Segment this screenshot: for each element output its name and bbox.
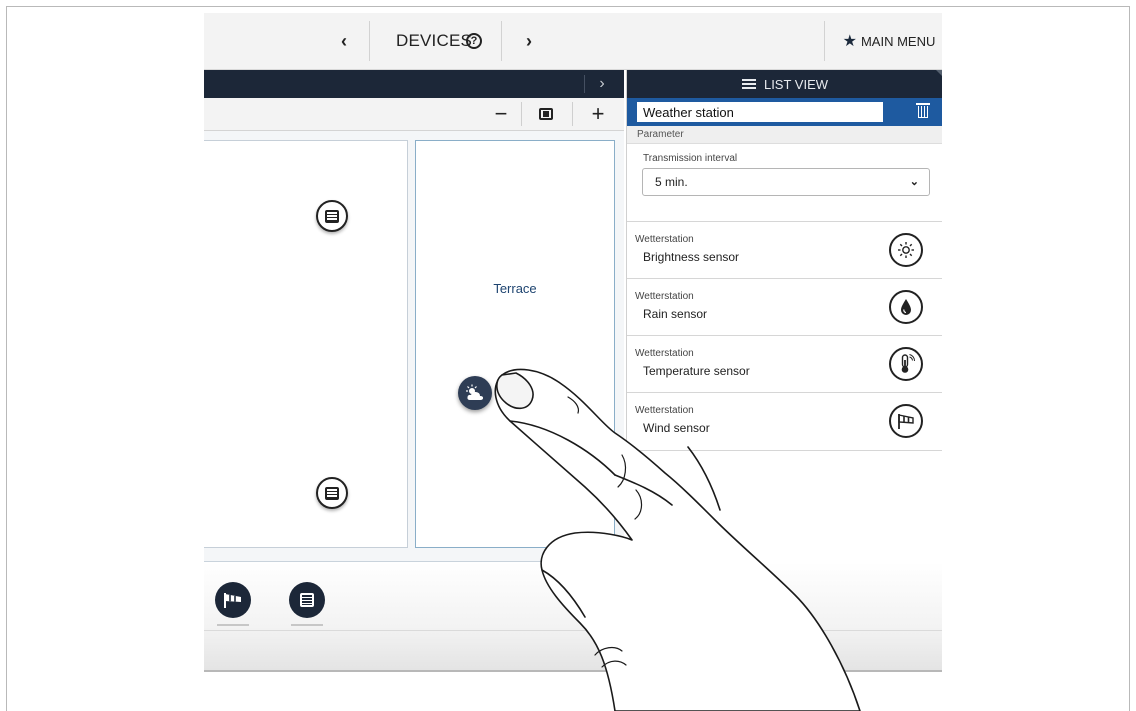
- divider: [521, 102, 522, 126]
- star-icon: ★: [842, 33, 857, 50]
- sensor-group-label: Wetterstation: [635, 291, 694, 302]
- blind-icon: [300, 593, 314, 607]
- sensor-item-rain[interactable]: Wetterstation Rain sensor: [627, 278, 942, 335]
- raindrop-icon: [889, 290, 923, 324]
- windsock-icon: [889, 404, 923, 438]
- divider: [572, 102, 573, 126]
- zoom-in-button[interactable]: +: [581, 98, 615, 130]
- sensor-name: Brightness sensor: [643, 250, 740, 264]
- next-page-button[interactable]: ›: [514, 13, 544, 69]
- sensor-group-label: Wetterstation: [635, 234, 694, 245]
- transmission-interval-value: 5 min.: [655, 175, 688, 189]
- weather-station-icon: [466, 384, 484, 400]
- sensor-item-wind[interactable]: Wetterstation Wind sensor: [627, 392, 942, 449]
- divider: [824, 21, 825, 61]
- transmission-interval-select[interactable]: 5 min. ⌄: [642, 168, 930, 196]
- main-menu-label: MAIN MENU: [860, 33, 936, 49]
- room-terrace[interactable]: Terrace: [415, 140, 615, 548]
- sensor-name: Wind sensor: [643, 421, 710, 435]
- windsock-device-button[interactable]: [215, 582, 251, 626]
- previous-page-button[interactable]: ‹: [329, 13, 359, 69]
- sensor-name: Rain sensor: [643, 307, 708, 321]
- dock-divider: [204, 630, 942, 631]
- chevron-down-icon: ⌄: [909, 176, 919, 188]
- sun-icon: [889, 233, 923, 267]
- zoom-toolbar: − +: [204, 98, 624, 131]
- device-name-row: [627, 98, 942, 126]
- room-label: Terrace: [493, 281, 537, 296]
- list-view-panel: LIST VIEW Parameter Transmission interva…: [626, 70, 942, 451]
- transmission-interval-label: Transmission interval: [643, 153, 738, 164]
- list-view-header[interactable]: LIST VIEW: [627, 70, 942, 98]
- trash-icon: [916, 103, 930, 118]
- weather-station-device-button[interactable]: [458, 376, 492, 410]
- help-icon[interactable]: ?: [466, 33, 482, 49]
- blind-device-button[interactable]: [316, 200, 348, 232]
- sensor-name: Temperature sensor: [643, 364, 750, 378]
- blind-device-button[interactable]: [316, 477, 348, 509]
- list-icon: [741, 79, 756, 89]
- top-bar: ‹ DEVICES ? › ★ MAIN MENU: [204, 13, 942, 70]
- page-title: DEVICES: [396, 31, 473, 50]
- windsock-icon: [224, 593, 241, 608]
- device-name-input[interactable]: [637, 102, 883, 122]
- main-menu-button[interactable]: ★ MAIN MENU: [836, 13, 942, 69]
- parameter-header: Parameter: [627, 126, 942, 144]
- list-view-label: LIST VIEW: [763, 76, 829, 92]
- sensor-group-label: Wetterstation: [635, 405, 694, 416]
- blind-icon: [325, 209, 339, 223]
- divider: [501, 21, 502, 61]
- panel-bottom-divider: [627, 450, 942, 451]
- blind-device-button[interactable]: [289, 582, 325, 626]
- floor-plan-canvas[interactable]: Terrace: [204, 131, 624, 562]
- room-left[interactable]: [204, 140, 408, 548]
- canvas-header-bar: ›: [204, 70, 624, 98]
- divider: [369, 21, 370, 61]
- blind-icon: [325, 486, 339, 500]
- thermometer-icon: [889, 347, 923, 381]
- collapse-chevron-icon[interactable]: ›: [584, 70, 620, 98]
- zoom-out-button[interactable]: −: [484, 98, 518, 130]
- fit-to-screen-icon: [539, 108, 553, 120]
- sensor-item-temperature[interactable]: Wetterstation Temperature sensor: [627, 335, 942, 392]
- zoom-fit-button[interactable]: [529, 98, 563, 130]
- delete-button[interactable]: [905, 98, 941, 126]
- sensor-group-label: Wetterstation: [635, 348, 694, 359]
- sensor-item-brightness[interactable]: Wetterstation Brightness sensor: [627, 221, 942, 278]
- device-dock: [204, 562, 942, 672]
- app-window: ‹ DEVICES ? › ★ MAIN MENU › − + Terrace …: [204, 13, 942, 693]
